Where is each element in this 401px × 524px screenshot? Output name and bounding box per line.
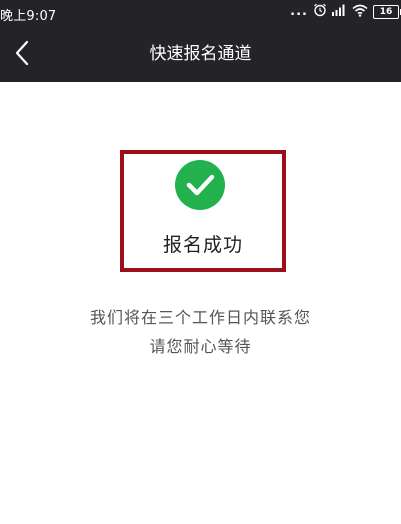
battery-icon: 16 — [373, 5, 401, 19]
check-circle-icon — [175, 160, 225, 210]
wifi-icon — [352, 4, 368, 21]
more-notifications-icon: ... — [290, 4, 308, 19]
status-bar: 晚上9:07 ... 16 — [0, 0, 401, 27]
page-title: 快速报名通道 — [149, 44, 252, 64]
nav-bar: 快速报名通道 — [0, 27, 401, 82]
message-line-1: 我们将在三个工作日内联系您 — [89, 308, 311, 327]
alarm-icon — [313, 3, 327, 21]
message-line-2: 请您耐心等待 — [149, 337, 252, 356]
signal-icon — [332, 4, 347, 20]
status-icons: ... 16 — [290, 3, 401, 21]
success-title: 报名成功 — [162, 234, 243, 256]
status-time: 晚上9:07 — [0, 9, 57, 24]
